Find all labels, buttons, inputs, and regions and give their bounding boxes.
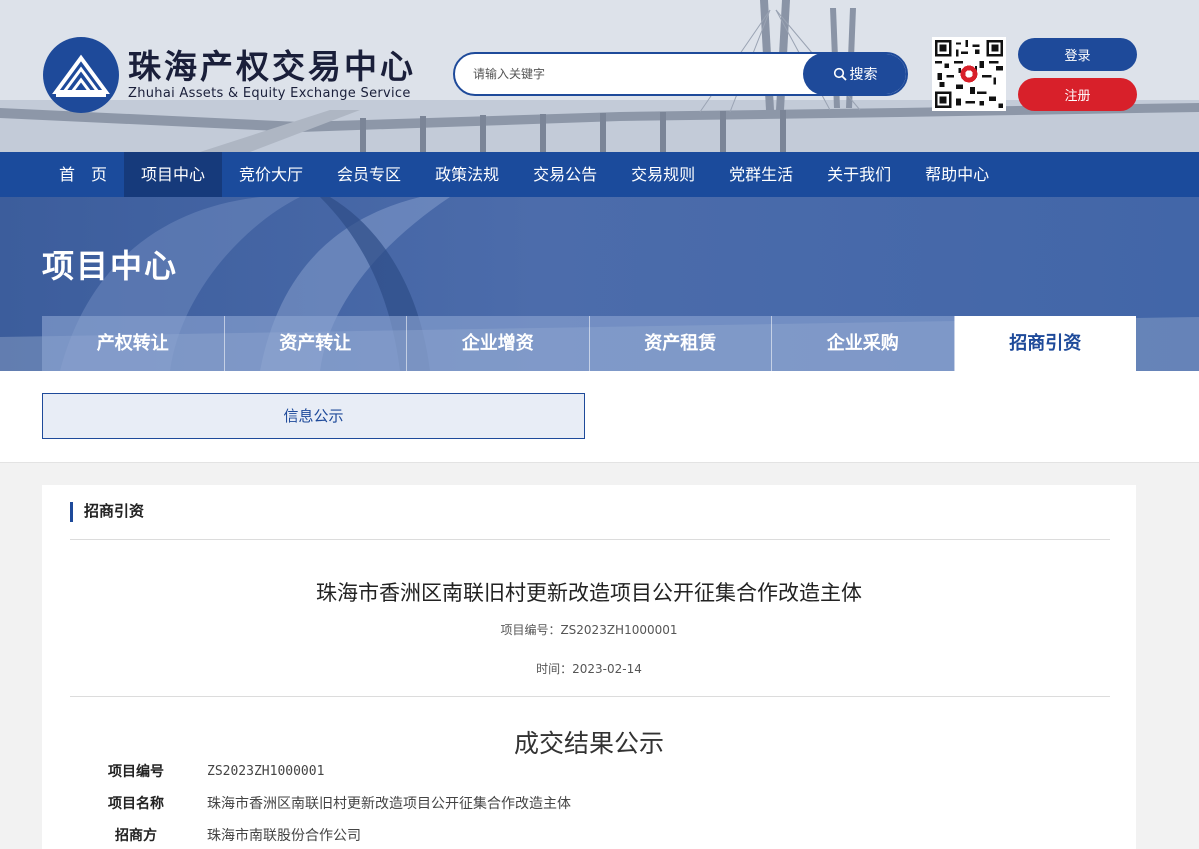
nav-item-policies[interactable]: 政策法规 — [418, 152, 516, 197]
nav-item-home[interactable]: 首 页 — [42, 152, 124, 197]
page-title: 项目中心 — [42, 247, 179, 285]
search-button[interactable]: 搜索 — [803, 54, 906, 94]
site-name-english: Zhuhai Assets & Equity Exchange Service — [128, 86, 411, 101]
site-header: 珠海产权交易中心 Zhuhai Assets & Equity Exchange… — [0, 0, 1199, 152]
info-value: 珠海市香洲区南联旧村更新改造项目公开征集合作改造主体 — [207, 796, 571, 812]
nav-item-project-center[interactable]: 项目中心 — [124, 152, 223, 197]
divider — [70, 539, 1110, 540]
info-value: ZS2023ZH1000001 — [207, 763, 325, 779]
tab-procurement[interactable]: 企业采购 — [772, 316, 955, 371]
category-tabs: 产权转让 资产转让 企业增资 资产租赁 企业采购 招商引资 — [42, 316, 1136, 371]
subtab-info-disclosure[interactable]: 信息公示 — [42, 393, 585, 439]
search-button-label: 搜索 — [849, 67, 878, 83]
content-card: 招商引资 珠海市香洲区南联旧村更新改造项目公开征集合作改造主体 项目编号：ZS2… — [42, 485, 1136, 849]
subtab-bar: 信息公示 — [0, 371, 1199, 463]
nav-item-member-zone[interactable]: 会员专区 — [320, 152, 418, 197]
divider — [70, 696, 1110, 697]
section-label: 招商引资 — [70, 502, 144, 522]
project-title: 珠海市香洲区南联旧村更新改造项目公开征集合作改造主体 — [316, 581, 862, 605]
info-row-project-code: 项目编号 ZS2023ZH1000001 — [70, 761, 324, 781]
tab-asset-lease[interactable]: 资产租赁 — [589, 316, 772, 371]
tab-asset-transfer[interactable]: 资产转让 — [224, 316, 407, 371]
info-label: 招商方 — [115, 828, 157, 844]
search-input[interactable] — [455, 54, 805, 94]
tab-investment-attraction[interactable]: 招商引资 — [954, 316, 1136, 371]
result-heading: 成交结果公示 — [513, 729, 664, 758]
site-name: 珠海产权交易中心 — [128, 47, 416, 86]
qr-code — [932, 37, 1006, 111]
tab-property-transfer[interactable]: 产权转让 — [42, 316, 225, 371]
page-banner: 项目中心 产权转让 资产转让 企业增资 资产租赁 企业采购 招商引资 — [0, 197, 1199, 371]
nav-item-party-life[interactable]: 党群生活 — [712, 152, 810, 197]
site-logo[interactable] — [42, 36, 120, 114]
info-label: 项目名称 — [108, 796, 164, 812]
project-code-meta: 项目编号：ZS2023ZH1000001 — [500, 623, 678, 637]
search-icon — [833, 67, 847, 81]
search-box: 搜索 — [453, 52, 908, 96]
nav-item-help-center[interactable]: 帮助中心 — [908, 152, 1006, 197]
register-button[interactable]: 注册 — [1018, 78, 1137, 111]
info-row-inviter: 招商方 珠海市南联股份合作公司 — [70, 825, 361, 845]
info-value: 珠海市南联股份合作公司 — [207, 828, 361, 844]
nav-item-announcements[interactable]: 交易公告 — [516, 152, 614, 197]
info-label: 项目编号 — [108, 764, 164, 780]
main-nav: 首 页 项目中心 竞价大厅 会员专区 政策法规 交易公告 交易规则 党群生活 关… — [0, 152, 1199, 197]
login-button[interactable]: 登录 — [1018, 38, 1137, 71]
publish-time-meta: 时间：2023-02-14 — [536, 662, 642, 676]
nav-item-about-us[interactable]: 关于我们 — [810, 152, 908, 197]
nav-item-trading-rules[interactable]: 交易规则 — [614, 152, 712, 197]
info-row-project-name: 项目名称 珠海市香洲区南联旧村更新改造项目公开征集合作改造主体 — [70, 793, 571, 813]
tab-capital-increase[interactable]: 企业增资 — [407, 316, 590, 371]
nav-item-bidding-hall[interactable]: 竞价大厅 — [222, 152, 320, 197]
